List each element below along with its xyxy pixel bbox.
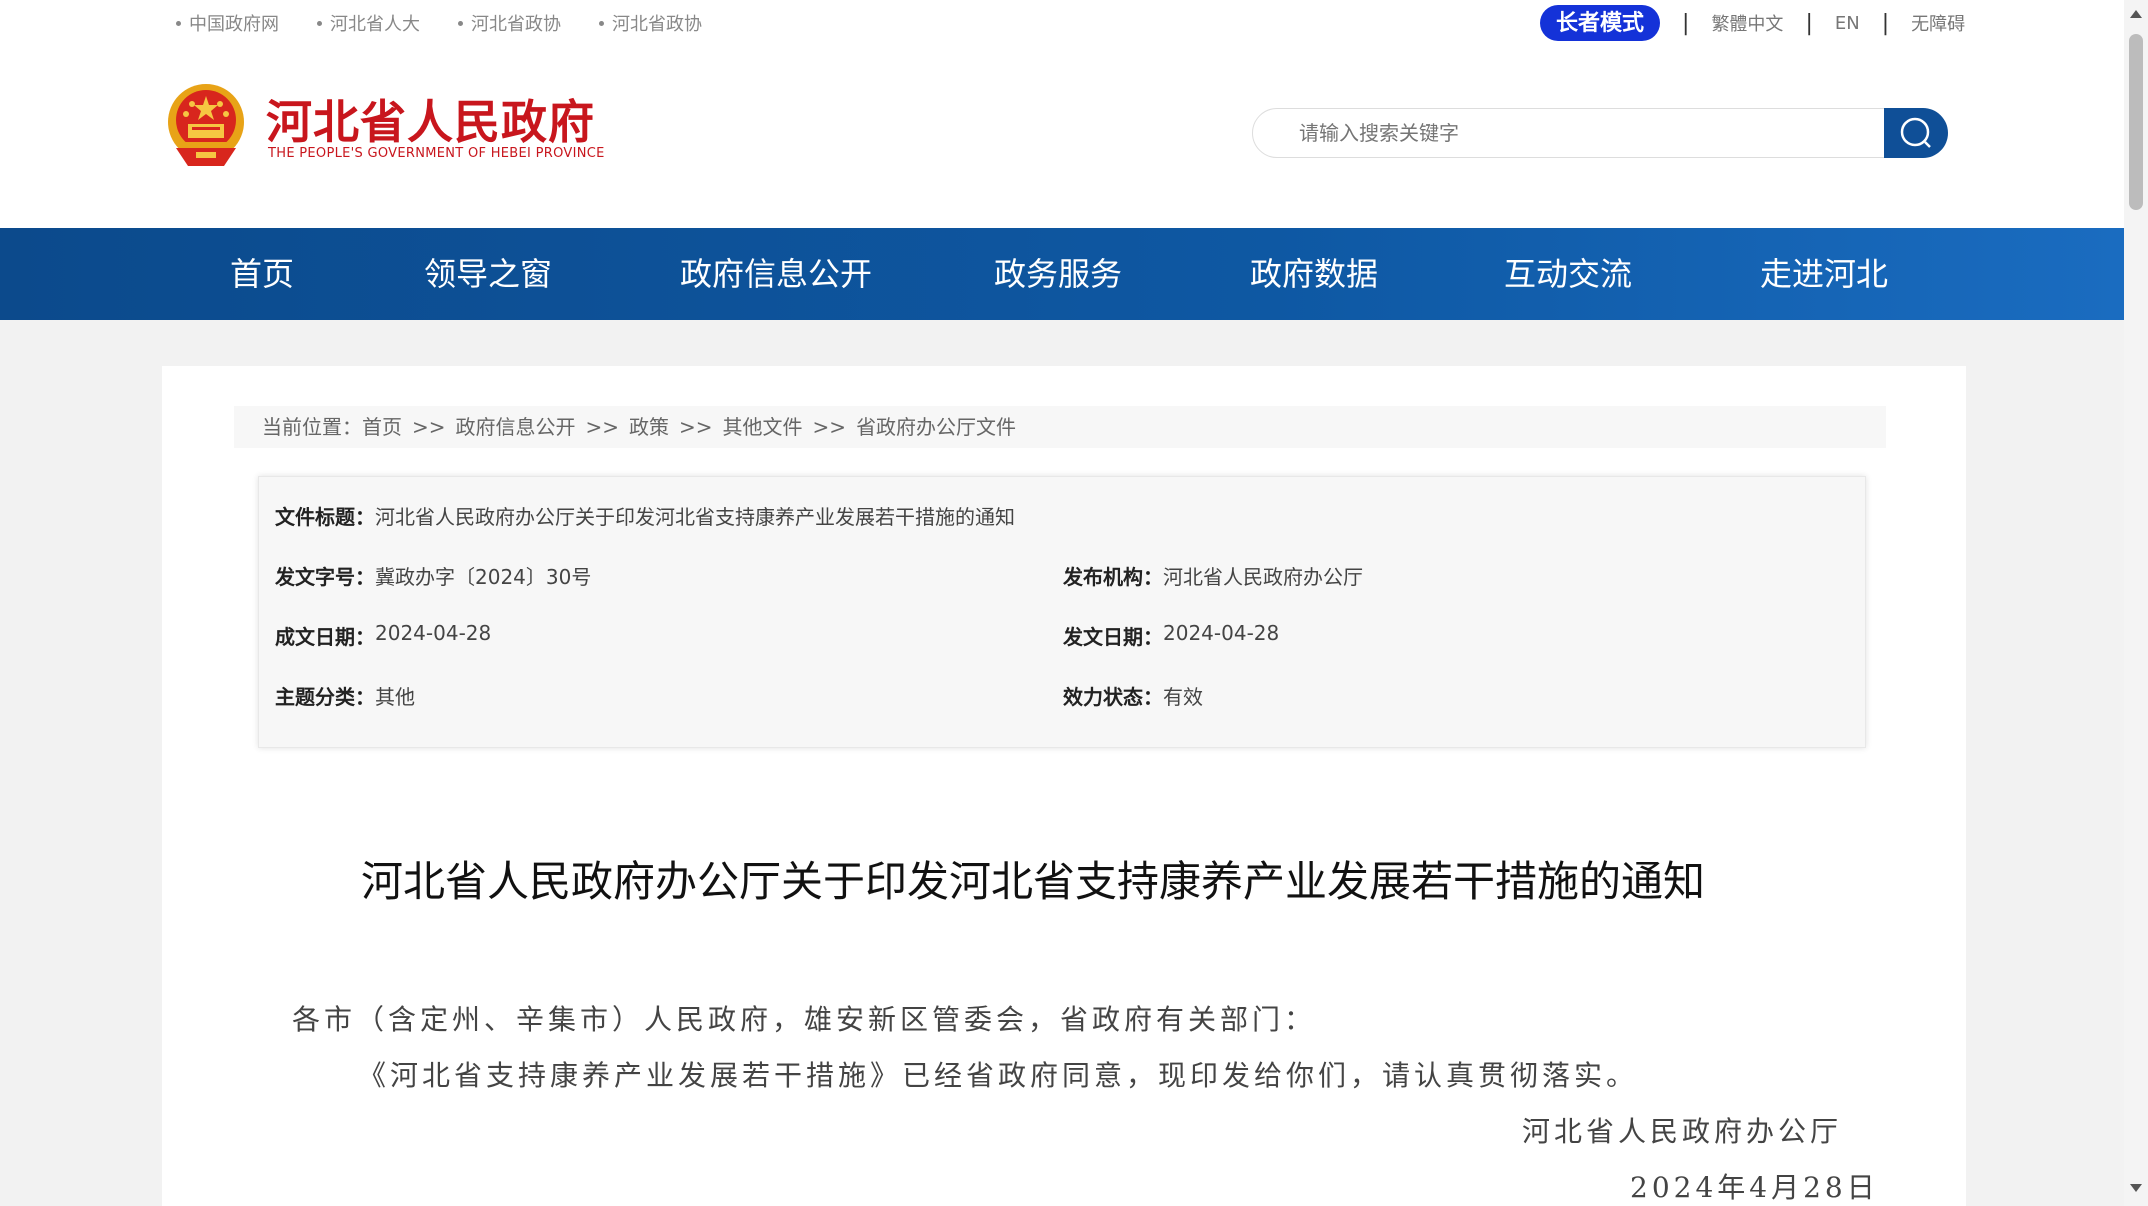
top-right-tools: 长者模式 | 繁體中文 | EN | 无障碍 [1540,5,1965,41]
nav-leaders[interactable]: 领导之窗 [424,228,552,320]
divider: | [1881,10,1890,36]
top-link-label: 中国政府网 [189,14,279,35]
info-value: 河北省人民政府办公厅关于印发河北省支持康养产业发展若干措施的通知 [375,505,1015,529]
top-link-label: 河北省人大 [330,14,420,35]
breadcrumb-separator: >> [812,415,847,439]
info-written-date-row: 成文日期： 2024-04-28 [275,621,491,650]
top-links: 中国政府网 河北省人大 河北省政协 河北省政协 [176,10,740,36]
document-signature: 河北省人民政府办公厅 [1522,1115,1843,1148]
document-title: 河北省人民政府办公厅关于印发河北省支持康养产业发展若干措施的通知 [360,857,1705,906]
nav-about-hebei[interactable]: 走进河北 [1760,228,1888,320]
info-value: 有效 [1163,685,1203,709]
info-topic-row: 主题分类： 其他 [275,681,415,710]
divider: | [1682,10,1690,36]
info-label: 发布机构： [1063,565,1163,589]
document-info-box: 文件标题： 河北省人民政府办公厅关于印发河北省支持康养产业发展若干措施的通知 发… [258,476,1866,748]
info-label: 发文字号： [275,565,375,589]
site-header: 河北省人民政府 THE PEOPLE'S GOVERNMENT OF HEBEI… [0,46,2124,228]
info-value: 河北省人民政府办公厅 [1163,565,1363,589]
national-emblem-icon[interactable] [166,82,246,170]
top-link-label: 河北省政协 [471,14,561,35]
info-label: 发文日期： [1063,625,1163,649]
nav-data[interactable]: 政府数据 [1250,228,1378,320]
top-link-cppcc-2[interactable]: 河北省政协 [599,10,702,36]
bullet-icon [599,20,604,26]
site-subtitle: THE PEOPLE'S GOVERNMENT OF HEBEI PROVINC… [268,146,605,161]
site-title[interactable]: 河北省人民政府 [266,86,595,152]
bullet-icon [176,20,181,26]
top-utility-bar: 中国政府网 河北省人大 河北省政协 河北省政协 长者模式 | 繁體中文 | EN… [0,0,2124,46]
breadcrumb-separator: >> [412,415,446,439]
search-button[interactable] [1884,108,1948,158]
bullet-icon [317,20,322,26]
info-value: 2024-04-28 [375,621,492,645]
main-nav: 首页 领导之窗 政府信息公开 政务服务 政府数据 互动交流 走进河北 [0,228,2124,320]
breadcrumb-item[interactable]: 省政府办公厅文件 [856,406,1016,448]
top-link-cppcc[interactable]: 河北省政协 [458,10,561,36]
document-date: 2024年4月28日 [1630,1171,1879,1204]
elder-mode-button[interactable]: 长者模式 [1540,5,1661,41]
info-issuer-row: 发布机构： 河北省人民政府办公厅 [1063,561,1363,590]
nav-home[interactable]: 首页 [230,228,294,320]
scroll-down-arrow-icon[interactable] [2130,1184,2142,1192]
info-label: 主题分类： [275,685,375,709]
breadcrumb: 当前位置： 首页 >> 政府信息公开 >> 政策 >> 其他文件 >> 省政府办… [234,406,1886,448]
search-icon [1900,117,1931,148]
scroll-thumb[interactable] [2129,34,2143,210]
scroll-up-arrow-icon[interactable] [2130,10,2142,18]
content-card: 当前位置： 首页 >> 政府信息公开 >> 政策 >> 其他文件 >> 省政府办… [162,366,1966,1206]
traditional-chinese-link[interactable]: 繁體中文 [1711,10,1783,36]
info-label: 成文日期： [275,625,375,649]
nav-gov-info[interactable]: 政府信息公开 [680,228,872,320]
divider: | [1805,10,1813,36]
breadcrumb-separator: >> [679,415,713,439]
info-label: 效力状态： [1063,685,1163,709]
info-status-row: 效力状态： 有效 [1063,681,1203,710]
top-link-npc[interactable]: 河北省人大 [317,10,420,36]
top-link-label: 河北省政协 [612,14,702,35]
accessibility-link[interactable]: 无障碍 [1911,10,1965,36]
document-paragraph: 《河北省支持康养产业发展若干措施》已经省政府同意，现印发给你们，请认真贯彻落实。 [358,1059,1639,1092]
breadcrumb-item[interactable]: 政府信息公开 [456,406,576,448]
breadcrumb-separator: >> [585,415,620,439]
nav-services[interactable]: 政务服务 [994,228,1122,320]
info-value: 2024-04-28 [1163,621,1280,645]
info-docno-row: 发文字号： 冀政办字〔2024〕30号 [275,561,591,590]
info-label: 文件标题： [275,505,375,529]
nav-interaction[interactable]: 互动交流 [1504,228,1632,320]
document-salutation: 各市（含定州、辛集市）人民政府，雄安新区管委会，省政府有关部门： [292,1003,1317,1036]
info-issue-date-row: 发文日期： 2024-04-28 [1063,621,1279,650]
top-link-gov-cn[interactable]: 中国政府网 [176,10,279,36]
breadcrumb-item[interactable]: 首页 [362,406,402,448]
breadcrumb-item[interactable]: 政策 [629,406,669,448]
breadcrumb-item[interactable]: 其他文件 [723,406,803,448]
bullet-icon [458,20,463,26]
page-scrollbar[interactable] [2124,0,2148,1206]
info-value: 其他 [375,685,415,709]
breadcrumb-prefix: 当前位置： [262,415,362,439]
search-input[interactable] [1252,108,1886,158]
info-value: 冀政办字〔2024〕30号 [375,565,592,589]
english-link[interactable]: EN [1835,13,1860,34]
info-title-row: 文件标题： 河北省人民政府办公厅关于印发河北省支持康养产业发展若干措施的通知 [275,501,1015,530]
